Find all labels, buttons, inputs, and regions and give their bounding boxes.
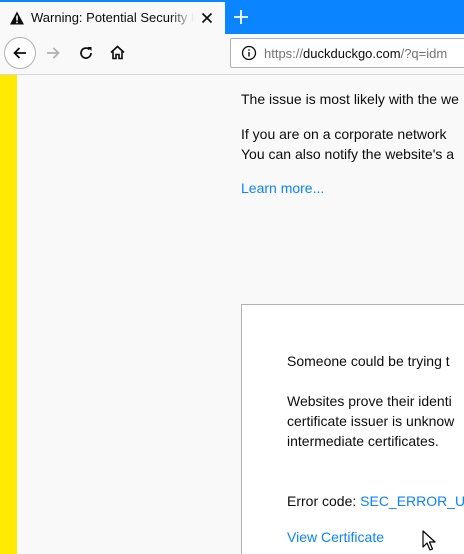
home-icon[interactable]: [109, 44, 126, 61]
back-arrow-icon: [13, 47, 26, 59]
info-icon[interactable]: [241, 45, 257, 61]
advanced-panel: Someone could be trying t Websites prove…: [241, 304, 464, 554]
advanced-explanation-line1: Websites prove their identi: [287, 393, 452, 409]
error-code-label: Error code:: [287, 493, 357, 509]
notify-website-text: You can also notify the website's a: [241, 146, 455, 162]
view-certificate-link[interactable]: View Certificate: [287, 527, 384, 547]
url-scheme: https://: [264, 46, 304, 61]
issue-text: The issue is most likely with the we: [241, 91, 459, 107]
learn-more-link[interactable]: Learn more...: [241, 178, 324, 198]
plus-icon[interactable]: [231, 7, 251, 27]
url-bar[interactable]: https://duckduckgo.com/?q=idm: [230, 38, 464, 68]
advanced-explanation-line3: intermediate certificates.: [287, 433, 439, 449]
warning-icon: [10, 11, 24, 25]
tab-bar: Warning: Potential Security Risk Ahead: [0, 0, 464, 34]
navigation-toolbar: https://duckduckgo.com/?q=idm: [0, 34, 464, 75]
advanced-warning-text: Someone could be trying t: [287, 353, 450, 369]
url-host: duckduckgo.com: [303, 46, 401, 61]
advanced-explanation-line2: certificate issuer is unknow: [287, 413, 455, 429]
forward-arrow-icon[interactable]: [45, 45, 61, 61]
mouse-cursor-icon: [422, 530, 436, 551]
warning-strip: [0, 75, 17, 554]
error-code-row: Error code: SEC_ERROR_UN: [287, 491, 464, 511]
url-text[interactable]: https://duckduckgo.com/?q=idm: [264, 46, 447, 61]
back-button[interactable]: [4, 37, 36, 69]
tab-security-warning[interactable]: Warning: Potential Security Risk Ahead: [0, 0, 225, 34]
error-page-content: The issue is most likely with the we If …: [17, 75, 464, 554]
tab-title: Warning: Potential Security Risk Ahead: [31, 10, 194, 25]
url-path: /?q=idm: [400, 46, 448, 61]
error-code-link[interactable]: SEC_ERROR_UN: [360, 493, 464, 509]
reload-icon[interactable]: [78, 45, 94, 61]
corporate-network-text: If you are on a corporate network: [241, 126, 447, 142]
close-icon[interactable]: [199, 10, 215, 26]
